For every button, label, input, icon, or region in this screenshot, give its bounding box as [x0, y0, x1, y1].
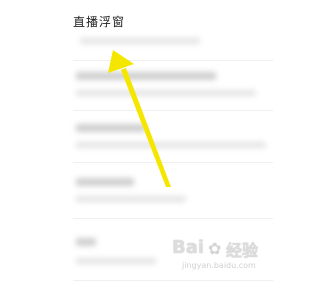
- divider: [73, 110, 273, 111]
- setting-row-3-title[interactable]: [76, 124, 146, 132]
- watermark-domain: jingyan.baidu.com: [182, 261, 256, 270]
- paw-icon: ✿: [208, 239, 222, 258]
- section-title: 直播浮窗: [73, 15, 126, 29]
- setting-row-4-title[interactable]: [76, 178, 134, 186]
- arrow-head: [108, 50, 134, 73]
- baidu-watermark: Bai ✿ 经验 jingyan.baidu.com: [172, 237, 264, 275]
- divider: [73, 60, 273, 61]
- divider: [73, 162, 273, 163]
- settings-page: 直播浮窗 Bai ✿ 经验 jingyan.baidu.com: [0, 0, 290, 290]
- setting-row-2-title[interactable]: [76, 72, 216, 80]
- setting-row-5-subtitle: [76, 258, 156, 264]
- watermark-brand-suffix: 经验: [226, 241, 259, 260]
- setting-row-3-subtitle: [76, 142, 266, 148]
- divider: [73, 218, 273, 219]
- divider: [73, 280, 273, 281]
- setting-row-1-subtitle: [80, 38, 200, 44]
- watermark-brand: Bai: [172, 237, 205, 258]
- setting-row-2-subtitle: [76, 90, 256, 96]
- setting-row-5-title[interactable]: [76, 238, 96, 246]
- setting-row-4-subtitle: [76, 196, 186, 202]
